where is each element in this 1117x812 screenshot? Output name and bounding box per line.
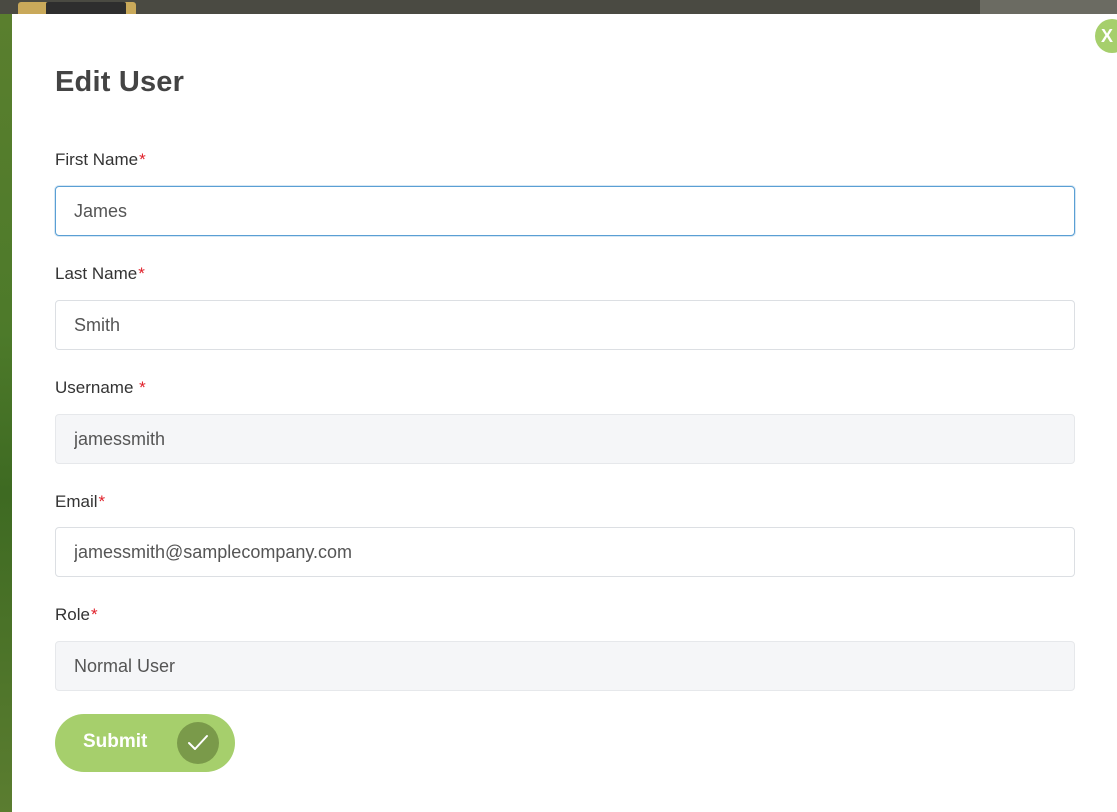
required-mark: * <box>139 378 146 397</box>
first-name-label: First Name* <box>55 150 146 170</box>
submit-button[interactable]: Submit <box>55 714 235 772</box>
email-label: Email* <box>55 492 105 512</box>
required-mark: * <box>139 150 146 169</box>
role-input <box>55 641 1075 691</box>
modal-title: Edit User <box>55 66 185 98</box>
required-mark: * <box>138 264 145 283</box>
username-label-text: Username <box>55 378 139 397</box>
role-label: Role* <box>55 605 98 625</box>
check-icon <box>177 722 219 764</box>
role-label-text: Role <box>55 605 90 624</box>
close-icon[interactable]: X <box>1101 26 1113 46</box>
background-header <box>0 0 1117 14</box>
required-mark: * <box>90 605 98 624</box>
email-label-text: Email <box>55 492 98 511</box>
username-input <box>55 414 1075 464</box>
last-name-label-text: Last Name <box>55 264 138 283</box>
first-name-label-text: First Name <box>55 150 139 169</box>
email-input[interactable] <box>55 527 1075 577</box>
username-label: Username * <box>55 378 146 398</box>
background-left-edge <box>0 14 12 812</box>
last-name-input[interactable] <box>55 300 1075 350</box>
last-name-label: Last Name* <box>55 264 145 284</box>
submit-label: Submit <box>83 731 148 752</box>
close-button[interactable]: X <box>1095 19 1117 53</box>
edit-user-modal: X Edit User First Name* Last Name* Usern… <box>12 14 1117 812</box>
first-name-input[interactable] <box>55 186 1075 236</box>
required-mark: * <box>98 492 106 511</box>
